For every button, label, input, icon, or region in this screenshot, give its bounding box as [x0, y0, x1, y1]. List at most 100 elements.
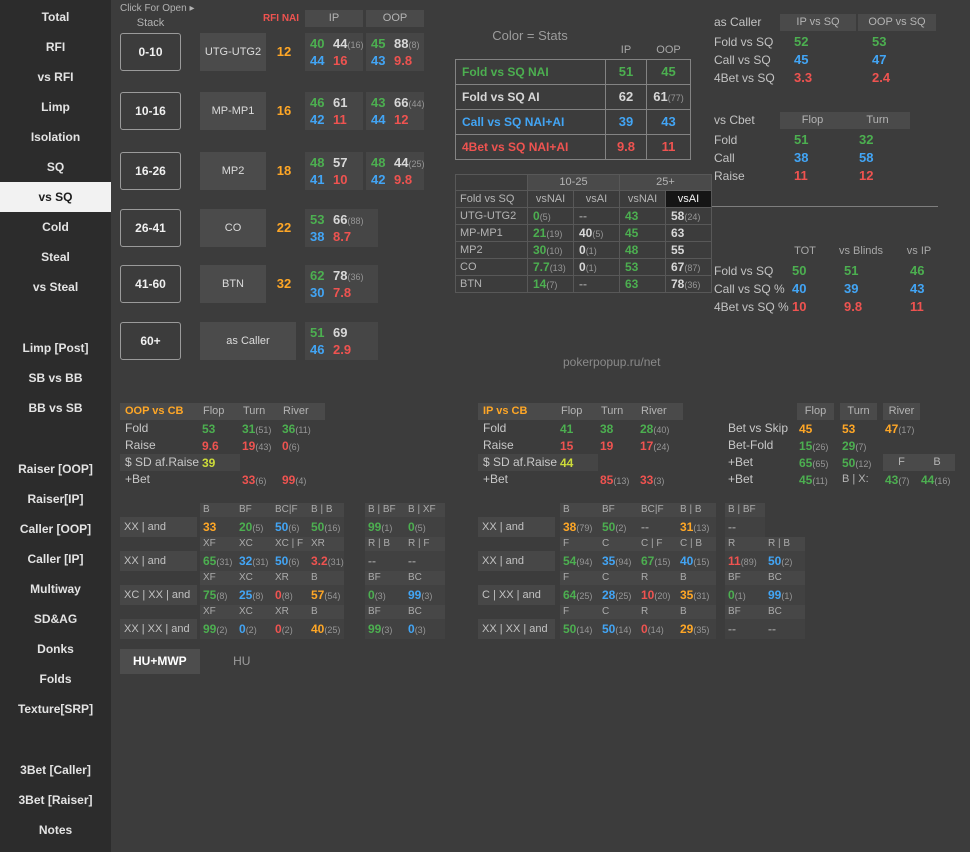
- click-for-open-label[interactable]: Click For Open ▸: [120, 3, 194, 14]
- stack-range-10-16[interactable]: 10-16: [120, 92, 181, 130]
- sidebar-item-donks[interactable]: Donks: [0, 634, 111, 664]
- sidebar-item-caller-oop[interactable]: Caller [OOP]: [0, 514, 111, 544]
- sidebar-item-texture-srp[interactable]: Texture[SRP]: [0, 694, 111, 724]
- column-header: TOT: [780, 243, 830, 260]
- stat-cell: 78(36): [665, 275, 712, 293]
- row-label: Fold: [478, 420, 558, 437]
- sidebar-item-vs-steal[interactable]: vs Steal: [0, 272, 111, 302]
- line-header: C: [599, 605, 638, 619]
- stat-cell: 2.4: [872, 69, 950, 87]
- legend-title: Color = Stats: [455, 28, 605, 43]
- sidebar-item-folds[interactable]: Folds: [0, 664, 111, 694]
- column-header: Flop: [797, 403, 834, 420]
- column-header: River: [883, 403, 920, 420]
- stack-range-60[interactable]: 60+: [120, 322, 181, 360]
- stat-value: 50(6): [275, 520, 299, 534]
- sidebar-item-bb-vs-sb[interactable]: BB vs SB: [0, 393, 111, 423]
- stat-value: 43: [625, 209, 638, 223]
- stat-value: 31(51): [242, 422, 271, 436]
- line-value: 28(25): [599, 585, 638, 605]
- stack-range-16-26[interactable]: 16-26: [120, 152, 181, 190]
- line-value: 40(15): [677, 551, 716, 571]
- sidebar-item-3bet-caller[interactable]: 3Bet [Caller]: [0, 755, 111, 785]
- stat-cell: 11: [794, 167, 859, 185]
- sidebar-item-raiser-oop[interactable]: Raiser [OOP]: [0, 454, 111, 484]
- row-label: Call vs SQ: [712, 51, 780, 69]
- stat-value: 63: [625, 277, 638, 291]
- line-label: XX | and: [120, 517, 197, 537]
- sidebar-item-multiway[interactable]: Multiway: [0, 574, 111, 604]
- sidebar-item-limp[interactable]: Limp: [0, 92, 111, 122]
- stat-value: 58: [859, 150, 873, 165]
- stat-cell: 21(19): [527, 224, 574, 242]
- sidebar: TotalRFIvs RFILimpIsolationSQvs SQColdSt…: [0, 0, 111, 852]
- sidebar-item-vs-rfi[interactable]: vs RFI: [0, 62, 111, 92]
- stat-value: 43(7): [885, 473, 909, 487]
- sidebar-item-sb-vs-bb[interactable]: SB vs BB: [0, 363, 111, 393]
- row-label: Bet vs Skip: [723, 420, 793, 437]
- line-value: 0(3): [365, 585, 405, 605]
- stat-value: 0(2): [239, 622, 257, 636]
- sidebar-item-caller-ip[interactable]: Caller [IP]: [0, 544, 111, 574]
- stat-cell: 51: [844, 262, 902, 280]
- stat-value: 0(2): [275, 622, 293, 636]
- position-mp2[interactable]: MP2: [200, 152, 266, 190]
- sidebar-item-notes[interactable]: Notes: [0, 815, 111, 845]
- line-header: BC: [765, 605, 805, 619]
- line-value: 20(5): [236, 517, 272, 537]
- line-header: B: [677, 571, 716, 585]
- stat-line: 4857: [310, 154, 363, 171]
- stat-value: 53: [872, 34, 886, 49]
- fold-vs-sq-corner-label: Fold vs SQ: [455, 190, 528, 208]
- stat-value: 45: [661, 64, 675, 79]
- stat-cell: 43: [910, 280, 952, 298]
- sidebar-item-isolation[interactable]: Isolation: [0, 122, 111, 152]
- sidebar-item-rfi[interactable]: RFI: [0, 32, 111, 62]
- sidebar-item-total[interactable]: Total: [0, 2, 111, 32]
- stat-value: 41: [560, 422, 573, 436]
- stat-value: 33: [203, 520, 216, 534]
- position-mp-mp1[interactable]: MP-MP1: [200, 92, 266, 130]
- stat-value: 9.8: [844, 299, 862, 314]
- tab-hu[interactable]: HU: [220, 649, 263, 674]
- stat-value: 40(15): [680, 554, 709, 568]
- stat-value: 78(36): [671, 277, 700, 291]
- line-value: 31(13): [677, 517, 716, 537]
- stat-cell: 32: [859, 131, 924, 149]
- stat-line: 4366(44): [371, 94, 424, 111]
- stack-range-41-60[interactable]: 41-60: [120, 265, 181, 303]
- tab-hu-mwp[interactable]: HU+MWP: [120, 649, 200, 674]
- line-value: --: [405, 551, 445, 571]
- stat-value: 61: [333, 95, 347, 110]
- sidebar-item-raiser-ip[interactable]: Raiser[IP]: [0, 484, 111, 514]
- line-label: XX | XX | and: [478, 619, 555, 639]
- stack-range-26-41[interactable]: 26-41: [120, 209, 181, 247]
- position-btn[interactable]: BTN: [200, 265, 266, 303]
- stack-range-0-10[interactable]: 0-10: [120, 33, 181, 71]
- sidebar-item-3bet-raiser[interactable]: 3Bet [Raiser]: [0, 785, 111, 815]
- column-header: Flop: [558, 403, 598, 420]
- stat-value: 99(3): [408, 588, 432, 602]
- stat-value: 44: [371, 111, 394, 128]
- sidebar-item-cold[interactable]: Cold: [0, 212, 111, 242]
- stat-cell: 50(12): [840, 454, 877, 471]
- position-as-caller[interactable]: as Caller: [200, 322, 296, 360]
- line-header: BF: [599, 503, 638, 517]
- ip-stats-block: 4044(16)4416: [305, 33, 363, 71]
- position-utg-utg2[interactable]: UTG-UTG2: [200, 33, 266, 71]
- sidebar-item-sd-ag[interactable]: SD&AG: [0, 604, 111, 634]
- sidebar-item-steal[interactable]: Steal: [0, 242, 111, 272]
- ip-vs-cb-title: IP vs CB: [478, 403, 558, 420]
- line-value: 40(25): [308, 619, 344, 639]
- line-value: 11(89): [725, 551, 765, 571]
- sidebar-item-sq[interactable]: SQ: [0, 152, 111, 182]
- stat-value: 63: [671, 226, 684, 240]
- stat-cell: 0(6): [280, 437, 325, 454]
- stat-value: 52: [794, 34, 808, 49]
- line-value: 57(54): [308, 585, 344, 605]
- position-co[interactable]: CO: [200, 209, 266, 247]
- sidebar-item-limp-post[interactable]: Limp [Post]: [0, 333, 111, 363]
- stat-cell: 58: [859, 149, 924, 167]
- line-header: B: [200, 503, 236, 517]
- sidebar-item-vs-sq[interactable]: vs SQ: [0, 182, 111, 212]
